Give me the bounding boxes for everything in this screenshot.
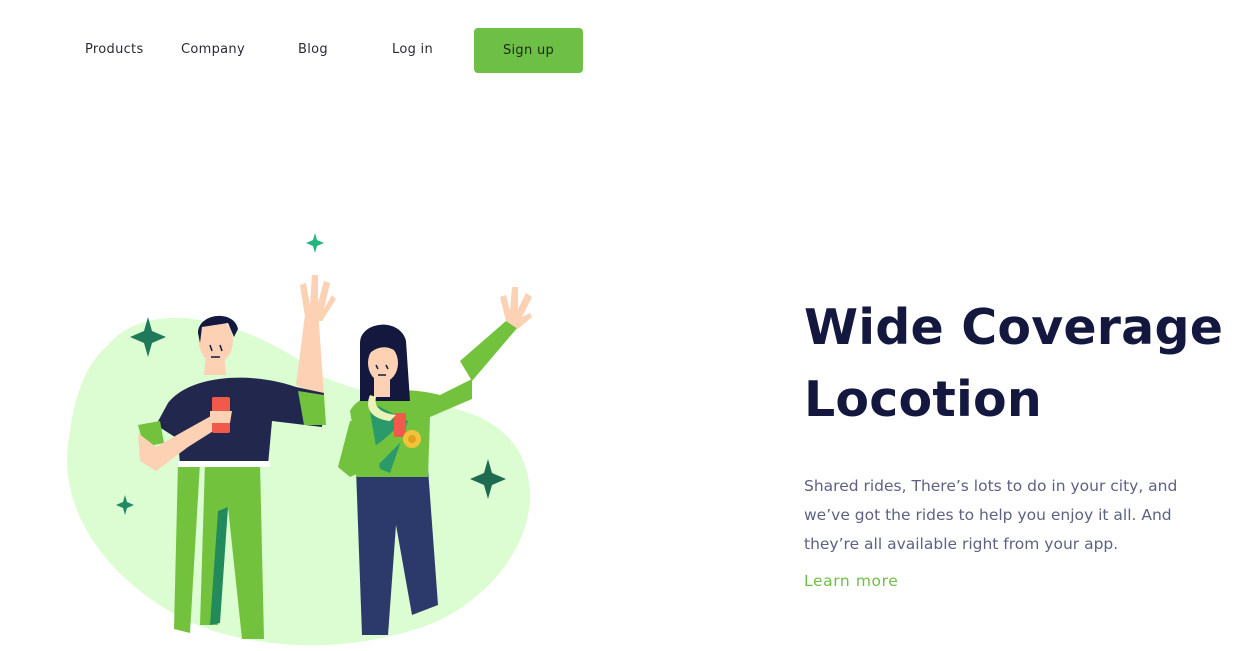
nav-company-link[interactable]: Company [181, 42, 245, 57]
hero-description: Shared rides, There’s lots to do in your… [804, 477, 1178, 553]
nav-products-link[interactable]: Products [85, 42, 144, 57]
hero-title-line2: Locotion [804, 371, 1042, 428]
sparkle-icon [306, 233, 324, 253]
top-navigation: Products Company Blog Log in Sign up [0, 0, 1234, 100]
nav-login-link[interactable]: Log in [392, 42, 433, 57]
hero-title: Wide Coverage Locotion [804, 292, 1223, 436]
hero-title-line1: Wide Coverage [804, 299, 1224, 356]
learn-more-link[interactable]: Learn more [804, 572, 898, 590]
people-waving-illustration [67, 233, 532, 646]
signup-button[interactable]: Sign up [474, 28, 583, 73]
nav-blog-link[interactable]: Blog [298, 42, 328, 57]
